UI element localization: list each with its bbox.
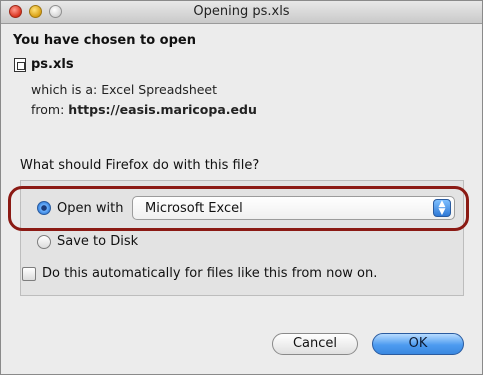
save-to-disk-label[interactable]: Save to Disk [57, 234, 138, 249]
file-source-prefix: from: [31, 102, 65, 117]
spreadsheet-file-icon [14, 58, 26, 72]
cancel-button[interactable]: Cancel [272, 333, 358, 355]
save-to-disk-radio[interactable] [37, 235, 51, 249]
file-source-line: from: https://easis.maricopa.edu [31, 102, 257, 117]
dialog-heading: You have chosen to open [13, 33, 196, 48]
annotation-highlight [8, 186, 469, 231]
ok-button[interactable]: OK [372, 333, 464, 355]
file-source-value: https://easis.maricopa.edu [68, 102, 257, 117]
file-name: ps.xls [31, 57, 74, 72]
file-type-value: Excel Spreadsheet [101, 82, 218, 97]
title-bar[interactable]: Opening ps.xls [1, 1, 482, 24]
auto-action-label[interactable]: Do this automatically for files like thi… [42, 266, 377, 281]
file-type-line: which is a: Excel Spreadsheet [31, 82, 217, 97]
window-title: Opening ps.xls [193, 4, 290, 19]
auto-action-checkbox[interactable] [22, 267, 36, 281]
action-question: What should Firefox do with this file? [20, 158, 260, 173]
file-type-prefix: which is a: [31, 82, 98, 97]
